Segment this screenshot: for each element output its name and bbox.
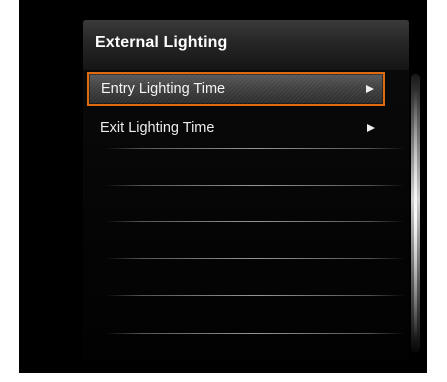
menu-item-label: Entry Lighting Time [101, 81, 226, 97]
display-screen: External Lighting Entry Lighting Time Ex… [19, 0, 427, 373]
menu-item-exit-lighting-time[interactable]: Exit Lighting Time [87, 112, 385, 146]
scrollbar-highlight [414, 90, 417, 340]
page-title: External Lighting [95, 34, 228, 51]
menu-panel [83, 20, 409, 360]
right-arrow-icon [366, 85, 374, 93]
menu-item-label: Exit Lighting Time [100, 120, 215, 136]
divider [105, 185, 405, 186]
menu-header: External Lighting [83, 20, 409, 70]
menu-item-entry-lighting-time[interactable]: Entry Lighting Time [87, 72, 385, 106]
divider [105, 221, 405, 222]
right-arrow-icon [367, 124, 375, 132]
divider [105, 258, 405, 259]
divider [105, 333, 405, 334]
divider [105, 295, 405, 296]
divider [105, 148, 405, 149]
